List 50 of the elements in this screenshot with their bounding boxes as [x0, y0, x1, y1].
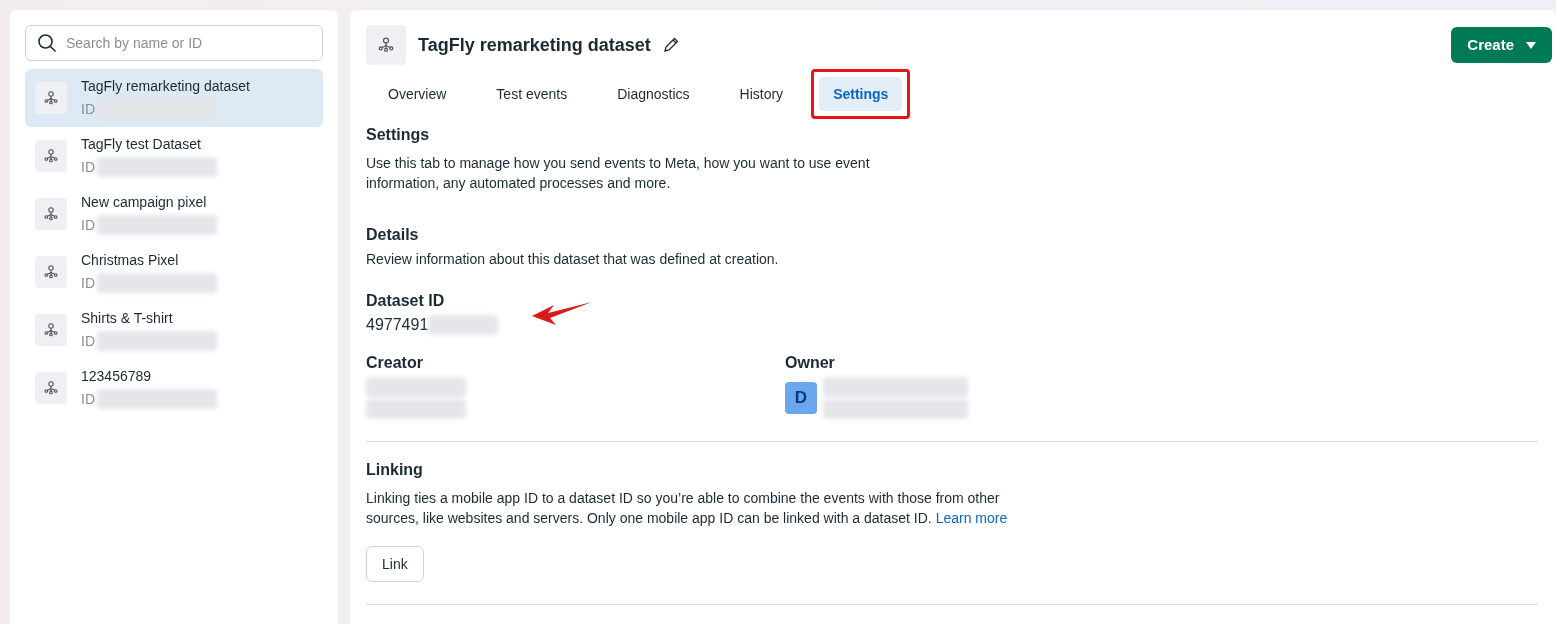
tab[interactable]: Overview	[374, 77, 461, 111]
dataset-list-item[interactable]: TagFly test Dataset ID	[25, 127, 323, 185]
link-button[interactable]: Link	[366, 546, 424, 582]
network-icon	[377, 36, 395, 54]
network-icon	[43, 322, 59, 338]
id-label: ID	[81, 389, 95, 409]
dataset-name: Christmas Pixel	[81, 250, 180, 269]
tab[interactable]: Test events	[482, 77, 582, 111]
network-icon	[43, 206, 59, 222]
tab[interactable]: History	[725, 77, 798, 111]
search-icon	[37, 33, 57, 53]
id-label: ID	[81, 273, 95, 293]
create-button[interactable]: Create	[1451, 27, 1552, 63]
dataset-list-item[interactable]: Christmas Pixel ID	[25, 243, 323, 301]
network-icon	[43, 264, 59, 280]
dataset-list-item[interactable]: New campaign pixel ID	[25, 185, 323, 243]
dataset-name: TagFly remarketing dataset	[81, 76, 250, 95]
owner-avatar: D	[785, 382, 817, 414]
pencil-icon[interactable]	[662, 37, 679, 53]
dataset-name: TagFly test Dataset	[81, 134, 202, 153]
search-field[interactable]: Search by name or ID	[25, 25, 323, 61]
field-label: Dataset ID	[366, 291, 446, 311]
redaction-blur	[428, 315, 499, 335]
section-heading: Settings	[366, 125, 431, 145]
dataset-title: TagFly remarketing dataset	[418, 33, 651, 57]
id-label: ID	[81, 99, 95, 119]
learn-more-link[interactable]: Learn more	[935, 510, 1008, 526]
dataset-name: Shirts & T-shirt	[81, 308, 174, 327]
field-label: Creator	[366, 353, 424, 373]
section-description: Review information about this dataset that was defined at creation.	[366, 250, 780, 269]
section-heading: Linking	[366, 460, 424, 480]
id-label: ID	[81, 331, 95, 351]
id-label: ID	[81, 215, 95, 235]
network-icon	[43, 90, 59, 106]
id-label: ID	[81, 157, 95, 177]
tab[interactable]: Diagnostics	[603, 77, 704, 111]
section-heading: Details	[366, 225, 420, 245]
dataset-list-item[interactable]: Shirts & T-shirt ID	[25, 301, 323, 359]
network-icon	[43, 148, 59, 164]
section-description: Linking ties a mobile app ID to a dataset ID so you’re able to combine the events with those from other sources, like websites and servers. Only one mobile app ID can be linked with a dataset ID. Learn more	[366, 489, 1009, 528]
network-icon	[43, 380, 59, 396]
dataset-name: 123456789	[81, 366, 153, 385]
dataset-list-item[interactable]: TagFly remarketing dataset ID	[25, 69, 323, 127]
dataset-name: New campaign pixel	[81, 192, 208, 211]
field-label: Owner	[785, 353, 836, 373]
dataset-list-item[interactable]: 123456789 ID	[25, 359, 323, 417]
caret-icon	[1526, 41, 1536, 49]
dataset-id: 4977491	[366, 315, 429, 335]
section-description: Use this tab to manage how you send events to Meta, how you want to use event information, any automated processes and more.	[366, 154, 871, 193]
tab[interactable]: Settings	[819, 77, 903, 111]
